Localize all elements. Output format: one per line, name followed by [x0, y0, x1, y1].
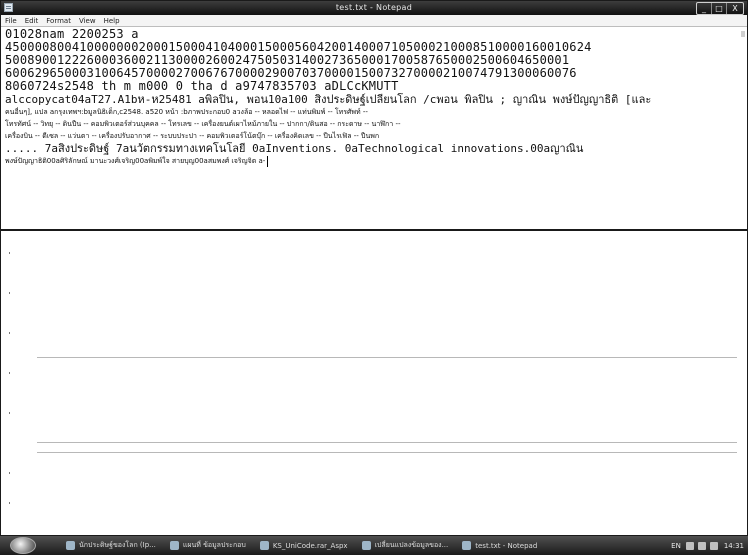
folder-icon — [169, 541, 179, 550]
title-bar[interactable]: test.txt - Notepad _ □ X — [1, 1, 747, 15]
text-line: alccopycat04aT27.A1bห-ห25481 aพิลปิน, พอ… — [5, 93, 652, 106]
menu-format[interactable]: Format — [42, 17, 75, 25]
menu-help[interactable]: Help — [100, 17, 124, 25]
system-tray: EN 14:31 — [671, 536, 748, 555]
text-line-last: พงษ์ปัญญาธิติ00aศิริลักษณ์ มานะวงศ์เจริญ… — [5, 155, 737, 167]
pane-divider — [1, 229, 747, 231]
maximize-button[interactable]: □ — [712, 3, 727, 14]
menu-edit[interactable]: Edit — [21, 17, 43, 25]
minimize-button[interactable]: _ — [697, 3, 712, 14]
start-button[interactable] — [10, 537, 36, 554]
taskbar: นักประดิษฐ์ของโลก (Ip... แผนที่ ข้อมูลปร… — [0, 536, 748, 555]
close-button[interactable]: X — [727, 3, 743, 14]
menu-view[interactable]: View — [75, 17, 100, 25]
taskbar-item-label: test.txt - Notepad — [475, 541, 538, 550]
ghost-dot — [9, 372, 10, 374]
lower-pane — [1, 232, 747, 536]
taskbar-item[interactable]: นักประดิษฐ์ของโลก (Ip... — [62, 538, 160, 553]
clock[interactable]: 14:31 — [724, 542, 744, 550]
window-controls: _ □ X — [696, 2, 744, 15]
ghost-line — [37, 452, 737, 453]
taskbar-item-label: แผนที่ ข้อมูลประกอบ — [182, 541, 246, 549]
ghost-dot — [9, 292, 10, 294]
notepad-window: test.txt - Notepad _ □ X File Edit Forma… — [0, 0, 748, 536]
text-line: คนอื่นๆ], แปล aกรุงเทพฯ:bมูลนิธิเด็ก,c25… — [5, 108, 368, 116]
taskbar-item[interactable]: แผนที่ ข้อมูลประกอบ — [166, 538, 250, 553]
ghost-dot — [9, 412, 10, 414]
text-line: 6006296500031006457000027006767000029007… — [5, 67, 577, 80]
taskbar-item-label: เปลี่ยนแปลงข้อมูลของ... — [374, 541, 449, 549]
text-line: 8060724s2548 th m m000 0 tha d a97478357… — [5, 80, 399, 93]
ghost-dot — [9, 332, 10, 334]
ghost-dot — [9, 472, 10, 474]
browser-icon — [66, 541, 75, 550]
taskbar-item[interactable]: KS_UniCode.rar_Aspx — [256, 538, 352, 553]
text-line: 4500008004100000002000150004104000150005… — [5, 41, 592, 54]
text-line: 01028nam 2200253 a — [5, 28, 139, 41]
text-line: 5008900122260003600211300002600247505031… — [5, 54, 570, 67]
text-line: ..... 7aสิ่งประดิษฐ์ 7aนวัตกรรมทางเทคโนโ… — [5, 142, 584, 155]
menu-bar: File Edit Format View Help — [1, 15, 747, 27]
volume-icon[interactable] — [697, 541, 706, 550]
text-line: โทรทัศน์ -- วิทยุ -- ดินปืน -- คอมพิวเตอ… — [5, 120, 401, 128]
text-editor[interactable]: 01028nam 2200253 a 450000800410000000200… — [5, 28, 737, 218]
ghost-line — [37, 442, 737, 443]
taskbar-item-label: นักประดิษฐ์ของโลก (Ip... — [79, 541, 156, 549]
ghost-dot — [9, 502, 10, 504]
ghost-dot — [9, 252, 10, 254]
taskbar-item-label: KS_UniCode.rar_Aspx — [272, 541, 348, 550]
taskbar-item-active[interactable]: test.txt - Notepad — [458, 538, 541, 553]
text-line-content: พงษ์ปัญญาธิติ00aศิริลักษณ์ มานะวงศ์เจริญ… — [5, 157, 266, 165]
notepad-icon — [462, 541, 472, 550]
window-title: test.txt - Notepad — [335, 3, 413, 12]
scroll-indicator[interactable] — [741, 31, 745, 37]
security-icon[interactable] — [709, 541, 718, 550]
menu-file[interactable]: File — [1, 17, 21, 25]
network-icon[interactable] — [685, 541, 694, 550]
language-indicator[interactable]: EN — [671, 542, 681, 550]
archive-icon — [259, 541, 269, 550]
text-caret — [267, 155, 269, 167]
text-line: เครื่องบิน -- ดีเซล -- แว่นตา -- เครื่อง… — [5, 132, 380, 140]
ghost-line — [37, 357, 737, 358]
taskbar-item[interactable]: เปลี่ยนแปลงข้อมูลของ... — [358, 538, 453, 553]
document-icon — [361, 541, 371, 550]
